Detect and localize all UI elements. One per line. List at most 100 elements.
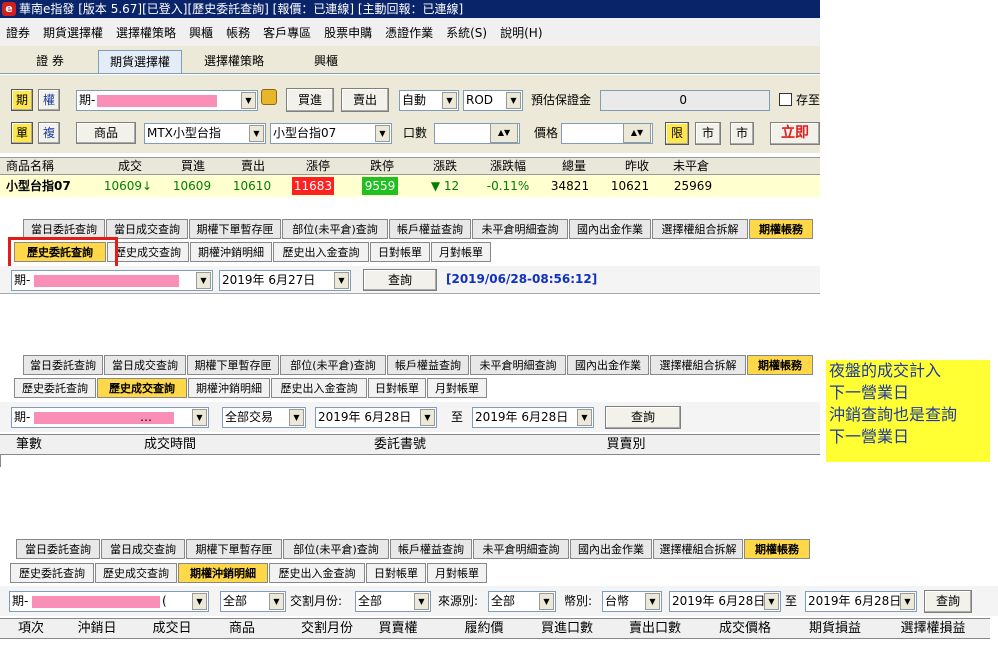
subtab-offset-detail[interactable]: 期權沖銷明細 (178, 563, 268, 583)
tab-today-trades[interactable]: 當日成交查詢 (104, 355, 186, 375)
mode-select[interactable]: 自動 ▼ (399, 90, 459, 111)
menu-system[interactable]: 系統(S) (446, 24, 487, 41)
tab-accounting[interactable]: 期權帳務 (749, 219, 813, 239)
sell-button[interactable]: 賣出 (341, 88, 389, 112)
tab-option-combo[interactable]: 選擇權組合拆解 (653, 539, 743, 559)
qty-stepper[interactable]: ▲▼ (490, 124, 518, 143)
menu-accounts[interactable]: 帳務 (226, 24, 250, 41)
subtab-history-cash[interactable]: 歷史出入金查詢 (273, 242, 369, 262)
tab-equity[interactable]: 帳戶權益查詢 (387, 355, 469, 375)
chevron-down-icon[interactable]: ▼ (196, 272, 211, 289)
chevron-down-icon[interactable]: ▼ (375, 125, 390, 142)
subtab-daily-statement[interactable]: 日對帳單 (370, 242, 430, 262)
tab-order-draft[interactable]: 期權下單暫存匣 (189, 219, 281, 239)
lock-icon[interactable] (261, 89, 277, 105)
save-checkbox[interactable] (779, 93, 792, 106)
query-button-1[interactable]: 查詢 (363, 269, 437, 291)
date-to-3[interactable]: 2019年 6月28日 ▼ (805, 591, 917, 612)
multi-order-button[interactable]: 複 (38, 122, 60, 144)
tab-withdraw[interactable]: 國內出金作業 (570, 539, 652, 559)
chevron-down-icon[interactable]: ▼ (539, 593, 554, 610)
menu-certificate[interactable]: 憑證作業 (385, 24, 433, 41)
subtab-daily-statement[interactable]: 日對帳單 (368, 378, 426, 398)
tab-emerging[interactable]: 興櫃 (296, 50, 356, 73)
price-stepper[interactable]: ▲▼ (623, 124, 651, 143)
subtab-monthly-statement[interactable]: 月對帳單 (427, 563, 487, 583)
filter-all-select[interactable]: 全部 ▼ (220, 591, 286, 612)
tab-open-detail[interactable]: 未平倉明細查詢 (470, 355, 566, 375)
chevron-down-icon[interactable]: ▼ (900, 593, 915, 610)
menu-help[interactable]: 說明(H) (500, 24, 542, 41)
chevron-down-icon[interactable]: ▼ (442, 92, 457, 109)
chevron-down-icon[interactable]: ▼ (334, 272, 349, 289)
date-picker-1[interactable]: 2019年 6月27日 ▼ (219, 270, 351, 291)
qty-input[interactable]: ▲▼ (434, 123, 520, 144)
tab-equity[interactable]: 帳戶權益查詢 (389, 219, 471, 239)
chevron-down-icon[interactable]: ▼ (420, 409, 435, 426)
month-select[interactable]: 全部 ▼ (355, 591, 431, 612)
tab-withdraw[interactable]: 國內出金作業 (567, 355, 649, 375)
subtab-monthly-statement[interactable]: 月對帳單 (427, 378, 487, 398)
tab-today-trades[interactable]: 當日成交查詢 (101, 539, 185, 559)
product-select[interactable]: MTX小型台指 ▼ (144, 123, 266, 144)
tab-positions[interactable]: 部位(未平倉)查詢 (282, 219, 388, 239)
tab-positions[interactable]: 部位(未平倉)查詢 (280, 355, 386, 375)
tab-securities[interactable]: 證 券 (20, 50, 80, 73)
price-input[interactable]: ▲▼ (561, 123, 653, 144)
date-to-2[interactable]: 2019年 6月28日 ▼ (472, 407, 594, 428)
product-button[interactable]: 商品 (76, 122, 136, 144)
market-price-button-2[interactable]: 市 (730, 122, 754, 145)
account-select-2[interactable]: 期- … ▼ (11, 407, 209, 428)
tab-order-draft[interactable]: 期權下單暫存匣 (186, 539, 282, 559)
condition-select[interactable]: ROD ▼ (463, 90, 523, 111)
menu-emerging[interactable]: 興櫃 (189, 24, 213, 41)
tab-equity[interactable]: 帳戶權益查詢 (390, 539, 472, 559)
tab-positions[interactable]: 部位(未平倉)查詢 (283, 539, 389, 559)
subtab-offset-detail[interactable]: 期權沖銷明細 (188, 378, 270, 398)
tab-option-combo[interactable]: 選擇權組合拆解 (652, 219, 748, 239)
contract-select[interactable]: 小型台指07 ▼ (270, 123, 392, 144)
chevron-down-icon[interactable]: ▼ (764, 593, 779, 610)
account-select-3[interactable]: 期- ( ▼ (9, 591, 209, 612)
menu-option-strategy[interactable]: 選擇權策略 (116, 24, 176, 41)
limit-price-button[interactable]: 限 (665, 122, 689, 145)
tab-today-orders[interactable]: 當日委託查詢 (16, 539, 100, 559)
source-select[interactable]: 全部 ▼ (488, 591, 556, 612)
tab-open-detail[interactable]: 未平倉明細查詢 (472, 219, 568, 239)
chevron-down-icon[interactable]: ▼ (506, 92, 521, 109)
subtab-history-trades[interactable]: 歷史成交查詢 (97, 378, 187, 398)
account-select-1[interactable]: 期- ▼ (11, 270, 213, 291)
chevron-down-icon[interactable]: ▼ (192, 409, 207, 426)
tab-today-orders[interactable]: 當日委託查詢 (23, 219, 105, 239)
query-button-2[interactable]: 查詢 (605, 406, 681, 429)
subtab-history-trades[interactable]: 歷史成交查詢 (107, 242, 189, 262)
tab-option-strategy[interactable]: 選擇權策略 (192, 50, 276, 73)
tab-open-detail[interactable]: 未平倉明細查詢 (473, 539, 569, 559)
tab-accounting[interactable]: 期權帳務 (747, 355, 813, 375)
subtab-history-orders[interactable]: 歷史委託查詢 (14, 378, 96, 398)
options-toggle-button[interactable]: 權 (38, 89, 60, 111)
tab-futures-options[interactable]: 期貨選擇權 (98, 50, 182, 73)
market-price-button[interactable]: 市 (695, 122, 721, 145)
tab-accounting[interactable]: 期權帳務 (744, 539, 810, 559)
date-from-2[interactable]: 2019年 6月28日 ▼ (315, 407, 437, 428)
chevron-down-icon[interactable]: ▼ (269, 593, 284, 610)
single-order-button[interactable]: 單 (11, 122, 33, 144)
menu-securities[interactable]: 證券 (6, 24, 30, 41)
subtab-daily-statement[interactable]: 日對帳單 (366, 563, 426, 583)
chevron-down-icon[interactable]: ▼ (645, 593, 660, 610)
chevron-down-icon[interactable]: ▼ (414, 593, 429, 610)
chevron-down-icon[interactable]: ▼ (577, 409, 592, 426)
subtab-offset-detail[interactable]: 期權沖銷明細 (190, 242, 272, 262)
menu-ipo[interactable]: 股票申購 (324, 24, 372, 41)
subtab-history-cash[interactable]: 歷史出入金查詢 (271, 378, 367, 398)
subtab-history-trades[interactable]: 歷史成交查詢 (95, 563, 177, 583)
currency-select[interactable]: 台幣 ▼ (602, 591, 662, 612)
tab-today-trades[interactable]: 當日成交查詢 (106, 219, 188, 239)
tab-order-draft[interactable]: 期權下單暫存匣 (187, 355, 279, 375)
chevron-down-icon[interactable]: ▼ (289, 409, 304, 426)
buy-button[interactable]: 買進 (286, 88, 334, 112)
subtab-history-cash[interactable]: 歷史出入金查詢 (269, 563, 365, 583)
order-now-button[interactable]: 立即 (770, 122, 820, 145)
tab-option-combo[interactable]: 選擇權組合拆解 (650, 355, 746, 375)
